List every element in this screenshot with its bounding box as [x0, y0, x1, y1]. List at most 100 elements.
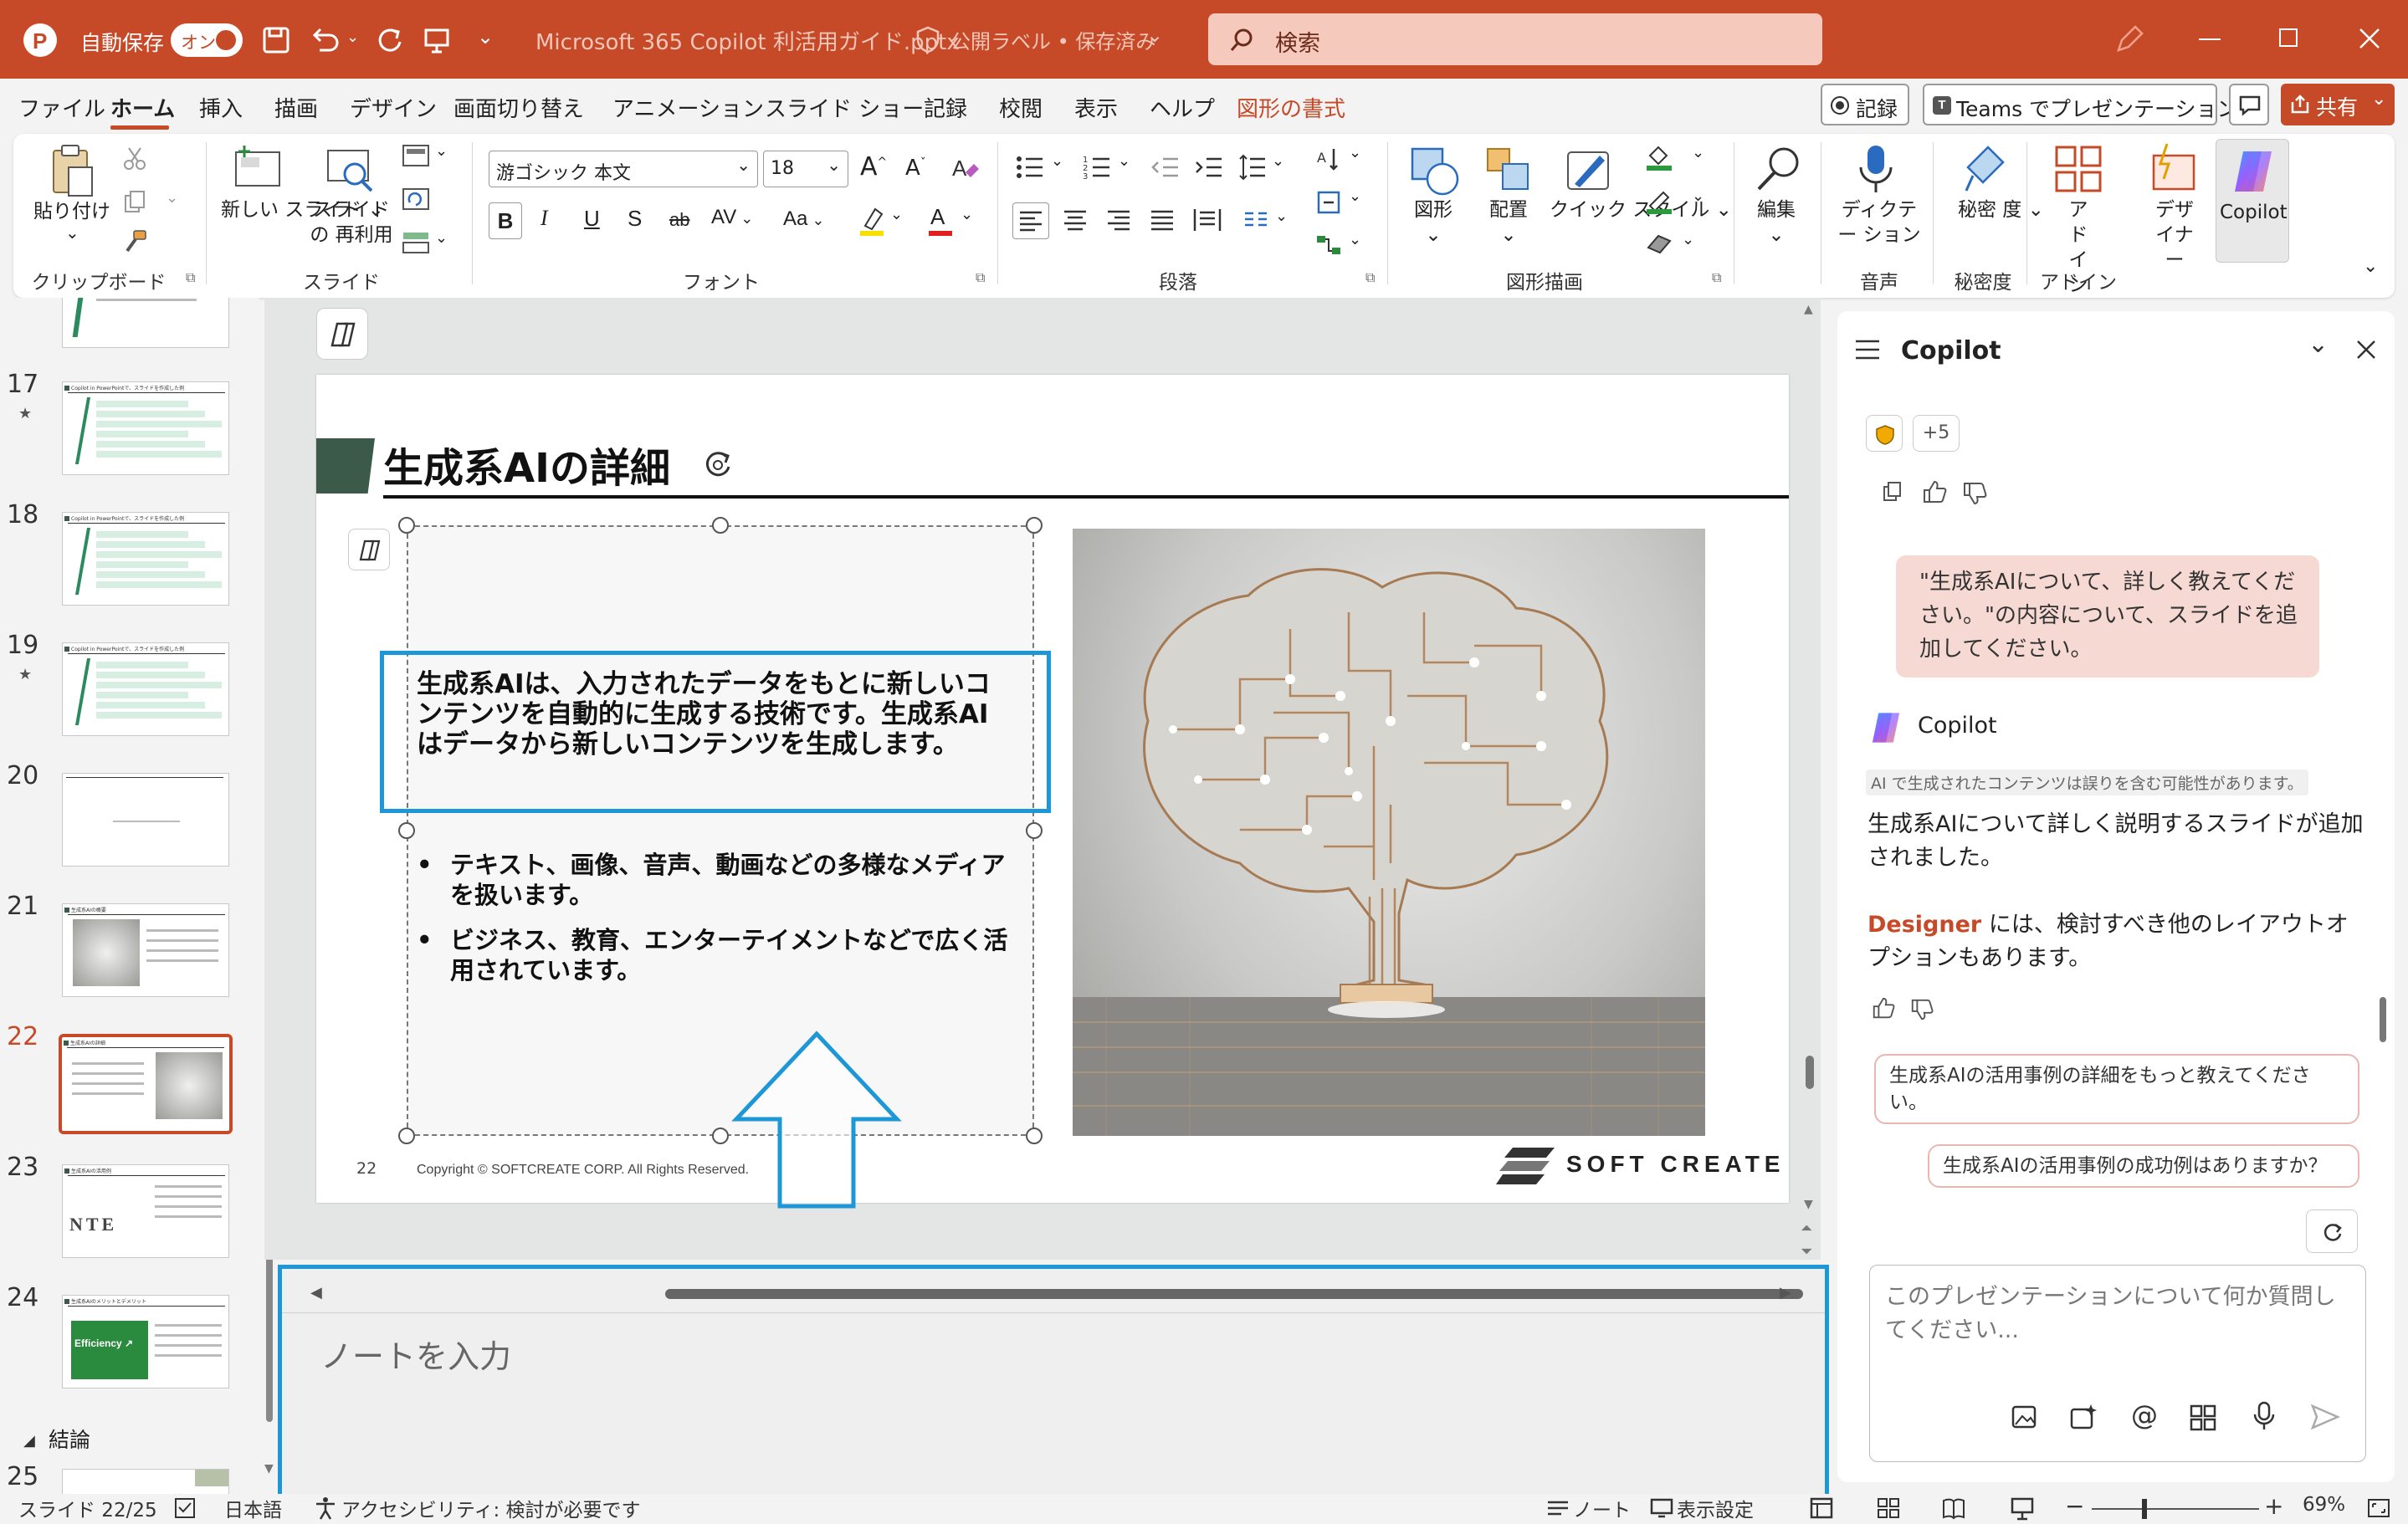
send-icon[interactable]: [2310, 1403, 2340, 1431]
tab-draw[interactable]: 描画: [274, 92, 318, 123]
arrange-label[interactable]: 配置 ⌄: [1489, 197, 1528, 248]
smartart-icon[interactable]: [1315, 233, 1342, 258]
sensitivity-label[interactable]: 秘密 度 ⌄: [1958, 197, 2044, 222]
copilot-button[interactable]: Copilot: [2216, 139, 2289, 263]
notes-toggle[interactable]: ノート: [1573, 1494, 1631, 1522]
bullets-dropdown-icon[interactable]: ⌄: [1051, 152, 1063, 170]
arrange-icon[interactable]: [1483, 144, 1536, 197]
columns-dropdown-icon[interactable]: ⌄: [1275, 207, 1288, 225]
shapes-label[interactable]: 図形 ⌄: [1414, 197, 1452, 248]
thumbs-down-icon[interactable]: [1961, 480, 1988, 507]
refresh-suggestions-button[interactable]: [2306, 1209, 2358, 1253]
slide-lead-text[interactable]: 生成系AIは、入力されたデータをもとに新しいコンテンツを自動的に生成する技術です…: [417, 669, 1011, 759]
slide-sorter-icon[interactable]: [1876, 1496, 1901, 1521]
tab-insert[interactable]: 挿入: [199, 92, 243, 123]
align-right-icon[interactable]: [1106, 209, 1131, 231]
selection-handle[interactable]: [398, 1128, 415, 1144]
selection-handle[interactable]: [398, 517, 415, 534]
shapes-icon[interactable]: [1407, 144, 1461, 197]
response-thumbs-up-icon[interactable]: [1871, 995, 1896, 1020]
notes-toggle-icon[interactable]: [1546, 1497, 1570, 1519]
text-placeholder-selected[interactable]: [407, 525, 1034, 1136]
hamburger-menu-icon[interactable]: [1854, 338, 1881, 361]
selection-handle[interactable]: [1026, 517, 1043, 534]
align-center-icon[interactable]: [1063, 209, 1088, 231]
paste-icon[interactable]: [47, 142, 97, 201]
zoom-in-icon[interactable]: +: [2264, 1492, 2283, 1520]
paste-label[interactable]: 貼り付け: [33, 199, 110, 224]
horizontal-scrollbar-thumb[interactable]: [665, 1289, 1803, 1299]
designer-link[interactable]: Designer: [1867, 912, 1981, 938]
copilot-textbox-icon[interactable]: [348, 529, 390, 570]
designer-label[interactable]: デザ イナー: [2154, 197, 2195, 273]
fit-to-window-icon[interactable]: [2366, 1496, 2391, 1521]
line-spacing-dropdown-icon[interactable]: ⌄: [1272, 152, 1284, 170]
suggestion-chip[interactable]: 生成系AIの活用事例の成功例はありますか？: [1928, 1144, 2359, 1188]
font-launcher-icon[interactable]: ⧉: [976, 269, 985, 286]
increase-font-icon[interactable]: A^: [860, 152, 887, 182]
shape-effects-dropdown-icon[interactable]: ⌄: [1682, 231, 1694, 248]
paste-dropdown-icon[interactable]: ⌄: [65, 222, 79, 243]
restore-button[interactable]: [2279, 28, 2298, 47]
slide-thumbnail-19[interactable]: Copilot in PowerPointで、スライドを作成した例: [62, 642, 229, 736]
align-text-icon[interactable]: [1315, 189, 1342, 216]
tab-home[interactable]: ホーム: [110, 92, 175, 123]
next-slide-icon[interactable]: ⏷: [1801, 1243, 1812, 1261]
shape-outline-dropdown-icon[interactable]: ⌄: [1692, 187, 1704, 205]
slide-thumbnail-16[interactable]: [62, 298, 229, 348]
pen-icon[interactable]: [2112, 23, 2145, 57]
designer-icon[interactable]: [2150, 142, 2201, 196]
distributed-icon[interactable]: [1193, 207, 1222, 233]
tab-transitions[interactable]: 画面切り替え: [453, 92, 584, 123]
slide-thumbnail-24[interactable]: 生成系AIのメリットとデメリット Efficiency ↗: [62, 1295, 229, 1388]
underline-button[interactable]: U: [584, 206, 600, 232]
justify-icon[interactable]: [1150, 209, 1175, 231]
text-direction-dropdown-icon[interactable]: ⌄: [1349, 144, 1361, 161]
slide-thumbnail-22[interactable]: 生成系AIの詳細: [59, 1034, 233, 1134]
undo-icon[interactable]: [310, 25, 341, 55]
italic-button[interactable]: I: [541, 206, 548, 231]
decrease-font-icon[interactable]: Aˇ: [905, 156, 926, 181]
slide-thumbnail-21[interactable]: 生成系AIの概要: [62, 903, 229, 997]
autosave-toggle[interactable]: オン: [171, 23, 243, 57]
cut-icon[interactable]: [122, 146, 147, 171]
close-window-icon[interactable]: [2358, 27, 2381, 50]
close-pane-icon[interactable]: [2356, 340, 2376, 360]
reuse-slide-icon[interactable]: [325, 146, 375, 194]
selection-handle[interactable]: [712, 517, 729, 534]
accessibility-status[interactable]: アクセシビリティ: 検討が必要です: [341, 1494, 641, 1522]
language[interactable]: 日本語: [224, 1494, 282, 1522]
dictate-label[interactable]: ディクテー ション: [1837, 197, 1921, 248]
tab-record[interactable]: 記録: [924, 92, 967, 123]
undo-dropdown-icon[interactable]: ⌄: [346, 28, 359, 46]
copy-icon[interactable]: [122, 189, 147, 214]
brain-image[interactable]: [1073, 529, 1705, 1136]
slide-thumbnail-17[interactable]: Copilot in PowerPointで、スライドを作成した例: [62, 381, 229, 475]
font-color-button[interactable]: A ⌄: [927, 204, 977, 241]
normal-view-icon[interactable]: [1809, 1496, 1834, 1521]
copy-dropdown-icon[interactable]: ⌄: [166, 189, 178, 207]
reset-icon[interactable]: [402, 187, 430, 211]
bullet-item[interactable]: • テキスト、画像、音声、動画などの多様なメディアを扱います。: [417, 850, 1019, 910]
slide-title[interactable]: 生成系AIの詳細: [383, 435, 670, 494]
image-input-icon[interactable]: [2011, 1403, 2041, 1431]
bullets-icon[interactable]: [1016, 154, 1044, 181]
reuse-slide-label[interactable]: スライドの 再利用: [310, 197, 393, 248]
columns-icon[interactable]: [1243, 211, 1268, 229]
pane-collapse-icon[interactable]: ⌄: [2308, 330, 2329, 359]
response-thumbs-down-icon[interactable]: [1909, 997, 1934, 1022]
reference-badge[interactable]: [1866, 415, 1903, 452]
thumbnail-scroll-down-icon[interactable]: ▼: [264, 1462, 274, 1475]
ribbon-collapse-icon[interactable]: ⌄: [2363, 256, 2378, 277]
format-painter-icon[interactable]: [122, 229, 147, 254]
rotate-handle-icon[interactable]: [699, 447, 736, 483]
prev-slide-icon[interactable]: ⏶: [1801, 1220, 1812, 1237]
section-icon[interactable]: [402, 231, 430, 254]
title-dropdown-icon[interactable]: ⌄: [1146, 23, 1163, 47]
slide-thumbnail-25[interactable]: [62, 1469, 229, 1494]
selection-handle[interactable]: [1026, 822, 1043, 839]
slide-thumbnail-18[interactable]: Copilot in PowerPointで、スライドを作成した例: [62, 512, 229, 606]
sparkle-image-icon[interactable]: [2069, 1403, 2099, 1431]
zoom-slider-track[interactable]: [2092, 1508, 2259, 1510]
numbering-icon[interactable]: 123: [1083, 154, 1111, 181]
